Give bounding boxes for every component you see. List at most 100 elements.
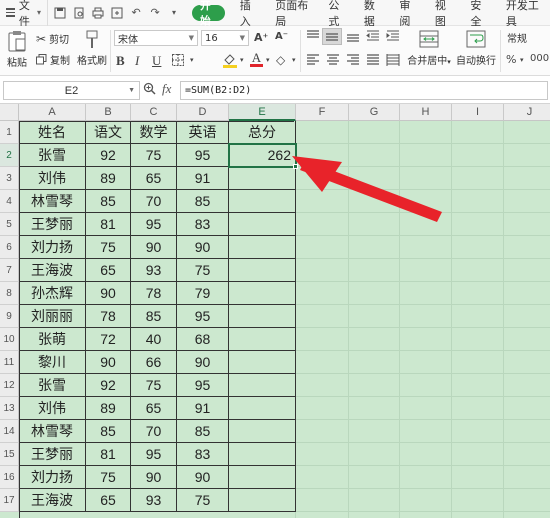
merge-center-button[interactable]: 合并居中▾	[406, 30, 452, 67]
tab-security[interactable]: 安全	[461, 0, 497, 28]
cut-button[interactable]: ✂ 剪切	[36, 31, 69, 47]
undo-icon[interactable]: ↶	[128, 5, 144, 21]
data-cell[interactable]: 81	[86, 213, 131, 236]
row-header-3[interactable]: 3	[0, 167, 19, 190]
data-cell[interactable]: 83	[177, 213, 229, 236]
align-center-icon[interactable]	[326, 54, 340, 66]
row-header-11[interactable]: 11	[0, 351, 19, 374]
data-cell[interactable]: 90	[131, 466, 177, 489]
data-cell[interactable]: 75	[177, 259, 229, 282]
tab-data[interactable]: 数据	[355, 0, 391, 28]
data-cell[interactable]: 90	[177, 351, 229, 374]
data-cell[interactable]: 78	[86, 305, 131, 328]
data-cell[interactable]: 95	[177, 305, 229, 328]
thousands-separator-icon[interactable]: 000	[530, 53, 549, 64]
data-cell[interactable]: 70	[131, 420, 177, 443]
data-cell[interactable]: 黎川	[19, 351, 86, 374]
row-header-16[interactable]: 16	[0, 466, 19, 489]
row-header-4[interactable]: 4	[0, 190, 19, 213]
data-cell[interactable]: 66	[131, 351, 177, 374]
column-header-a[interactable]: A	[19, 104, 86, 121]
row-header-14[interactable]: 14	[0, 420, 19, 443]
data-cell[interactable]: 262	[229, 144, 296, 167]
justify-icon[interactable]	[366, 54, 380, 66]
data-cell[interactable]: 刘伟	[19, 167, 86, 190]
data-cell[interactable]	[229, 374, 296, 397]
formula-input[interactable]: =SUM(B2:D2)	[180, 81, 548, 100]
data-cell[interactable]	[229, 259, 296, 282]
data-cell[interactable]: 刘力扬	[19, 466, 86, 489]
column-header-b[interactable]: B	[86, 104, 131, 121]
indent-decrease-icon[interactable]	[366, 30, 380, 42]
data-cell[interactable]: 65	[86, 489, 131, 512]
decrease-font-icon[interactable]: A⁻	[275, 31, 288, 42]
tab-developer[interactable]: 开发工具	[497, 0, 550, 28]
data-cell[interactable]: 95	[177, 144, 229, 167]
header-cell[interactable]: 姓名	[19, 121, 86, 144]
data-cell[interactable]: 79	[177, 282, 229, 305]
data-cell[interactable]: 92	[86, 144, 131, 167]
column-header-g[interactable]: G	[349, 104, 400, 121]
column-header-c[interactable]: C	[131, 104, 177, 121]
data-cell[interactable]: 王梦丽	[19, 213, 86, 236]
data-cell[interactable]	[229, 351, 296, 374]
data-cell[interactable]: 孙杰辉	[19, 282, 86, 305]
data-cell[interactable]	[229, 420, 296, 443]
data-cell[interactable]	[229, 397, 296, 420]
data-cell[interactable]	[229, 443, 296, 466]
percent-icon[interactable]: %	[506, 53, 516, 66]
data-cell[interactable]: 75	[131, 374, 177, 397]
data-cell[interactable]: 王海波	[19, 259, 86, 282]
data-cell[interactable]: 75	[86, 466, 131, 489]
column-header-i[interactable]: I	[452, 104, 504, 121]
clear-format-icon[interactable]: ◇	[276, 53, 285, 67]
data-cell[interactable]	[229, 190, 296, 213]
column-header-j[interactable]: J	[504, 104, 550, 121]
redo-icon[interactable]: ↷	[147, 5, 163, 21]
align-bottom-icon[interactable]	[346, 30, 360, 42]
data-cell[interactable]: 91	[177, 397, 229, 420]
row-header-13[interactable]: 13	[0, 397, 19, 420]
print-preview-icon[interactable]	[71, 5, 87, 21]
copy-button[interactable]: 复制	[36, 52, 70, 67]
chevron-down-icon[interactable]: ▾	[520, 56, 524, 64]
chevron-down-icon[interactable]: ▾	[266, 56, 270, 64]
data-cell[interactable]: 85	[177, 420, 229, 443]
data-cell[interactable]: 91	[177, 167, 229, 190]
select-all-corner[interactable]	[0, 104, 19, 121]
data-cell[interactable]: 89	[86, 167, 131, 190]
data-cell[interactable]: 张萌	[19, 328, 86, 351]
fill-color-icon[interactable]	[222, 52, 238, 68]
number-format-select[interactable]: 常规	[507, 30, 527, 45]
header-cell[interactable]: 总分	[229, 121, 296, 144]
data-cell[interactable]: 张雪	[19, 144, 86, 167]
row-header-12[interactable]: 12	[0, 374, 19, 397]
data-cell[interactable]: 70	[131, 190, 177, 213]
data-cell[interactable]: 89	[86, 397, 131, 420]
data-cell[interactable]: 95	[131, 213, 177, 236]
data-cell[interactable]: 65	[131, 167, 177, 190]
chevron-down-icon[interactable]: ▾	[292, 56, 296, 64]
data-cell[interactable]: 93	[131, 489, 177, 512]
data-cell[interactable]	[229, 489, 296, 512]
data-cell[interactable]: 75	[177, 489, 229, 512]
data-cell[interactable]: 王海波	[19, 489, 86, 512]
data-cell[interactable]: 68	[177, 328, 229, 351]
data-cell[interactable]: 刘伟	[19, 397, 86, 420]
column-header-e[interactable]: E	[229, 104, 296, 121]
tab-page-layout[interactable]: 页面布局	[266, 0, 319, 28]
chevron-down-icon[interactable]: ▾	[240, 56, 244, 64]
data-cell[interactable]: 林雪琴	[19, 420, 86, 443]
data-cell[interactable]	[229, 466, 296, 489]
data-cell[interactable]	[229, 305, 296, 328]
italic-icon[interactable]: I	[135, 53, 139, 69]
underline-icon[interactable]: U	[152, 53, 161, 69]
row-header-10[interactable]: 10	[0, 328, 19, 351]
column-header-d[interactable]: D	[177, 104, 229, 121]
file-menu[interactable]: 文件 ▾	[0, 0, 47, 28]
data-cell[interactable]: 张雪	[19, 374, 86, 397]
data-cell[interactable]: 85	[131, 305, 177, 328]
spreadsheet-grid[interactable]: A B C D E F G H I J 1 2 3 4 5 6 7 8 9 10 11 12 13 14 15 16 17 姓名 语文数…	[0, 104, 550, 518]
paste-button[interactable]: 粘贴	[4, 30, 30, 69]
data-cell[interactable]: 90	[177, 466, 229, 489]
